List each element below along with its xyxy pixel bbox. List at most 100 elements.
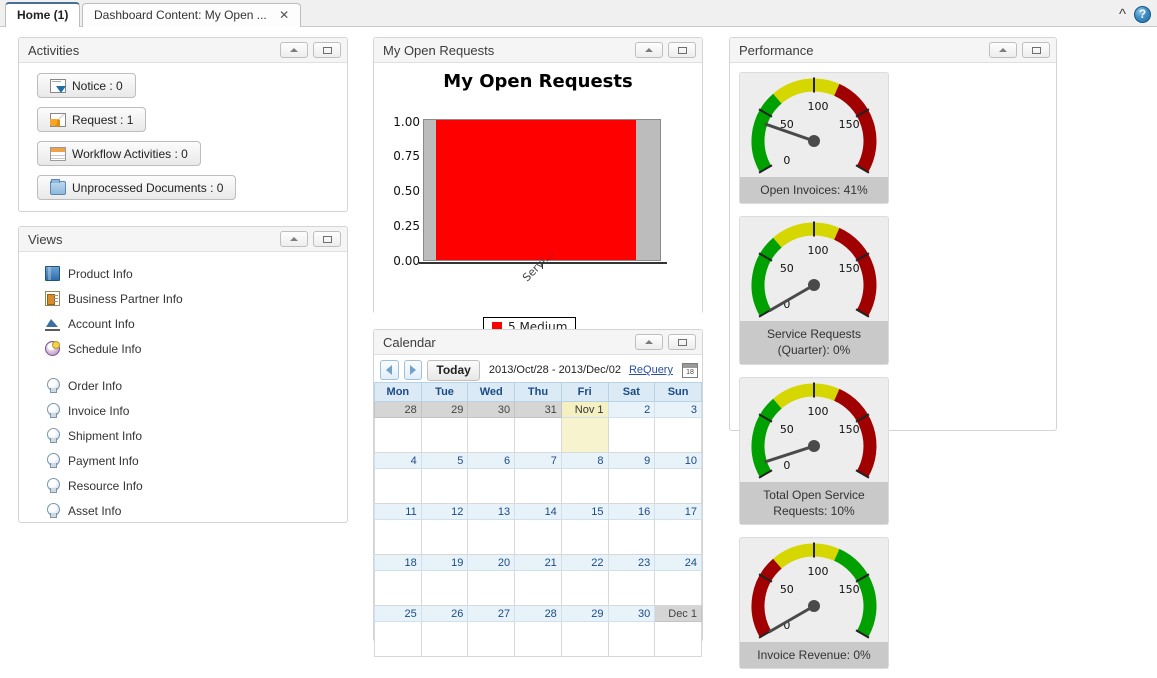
- calendar-day-number[interactable]: 13: [468, 504, 515, 520]
- calendar-day-number[interactable]: 27: [468, 606, 515, 622]
- calendar-day-cell[interactable]: [655, 469, 702, 504]
- calendar-day-number[interactable]: 29: [421, 402, 468, 418]
- view-item-order-info[interactable]: Order Info: [45, 373, 347, 398]
- calendar-day-cell[interactable]: [608, 520, 655, 555]
- maximize-button[interactable]: [313, 42, 341, 58]
- calendar-day-number[interactable]: 11: [375, 504, 422, 520]
- tab-home[interactable]: Home (1): [5, 2, 80, 27]
- calendar-day-number[interactable]: 30: [468, 402, 515, 418]
- maximize-button[interactable]: [668, 334, 696, 350]
- calendar-day-number[interactable]: 3: [655, 402, 702, 418]
- calendar-day-number[interactable]: 23: [608, 555, 655, 571]
- calendar-day-number[interactable]: 4: [375, 453, 422, 469]
- maximize-button[interactable]: [668, 42, 696, 58]
- activity-button-notice[interactable]: Notice : 0: [37, 73, 136, 98]
- calendar-day-cell[interactable]: [608, 418, 655, 453]
- calendar-day-cell[interactable]: [608, 571, 655, 606]
- calendar-day-cell[interactable]: [608, 469, 655, 504]
- calendar-day-number[interactable]: 26: [421, 606, 468, 622]
- maximize-button[interactable]: [313, 231, 341, 247]
- calendar-day-number[interactable]: 8: [561, 453, 608, 469]
- calendar-day-cell[interactable]: [561, 469, 608, 504]
- calendar-day-cell[interactable]: [655, 571, 702, 606]
- calendar-day-cell[interactable]: [421, 520, 468, 555]
- calendar-day-cell[interactable]: [655, 418, 702, 453]
- collapse-button[interactable]: [280, 42, 308, 58]
- calendar-day-number[interactable]: 22: [561, 555, 608, 571]
- collapse-button[interactable]: [989, 42, 1017, 58]
- calendar-day-cell[interactable]: [515, 418, 562, 453]
- view-item-business-partner-info[interactable]: Business Partner Info: [45, 286, 347, 311]
- calendar-day-number[interactable]: 5: [421, 453, 468, 469]
- calendar-day-number[interactable]: 21: [515, 555, 562, 571]
- calendar-day-cell[interactable]: [468, 418, 515, 453]
- calendar-icon[interactable]: 18: [682, 363, 698, 378]
- calendar-day-number[interactable]: 10: [655, 453, 702, 469]
- gauge-card-1[interactable]: 050100150Service Requests (Quarter): 0%: [739, 216, 889, 364]
- tab-dashboard-content[interactable]: Dashboard Content: My Open ... ✕: [82, 3, 301, 27]
- calendar-day-cell[interactable]: [421, 622, 468, 657]
- gauge-card-2[interactable]: 050100150Total Open Service Requests: 10…: [739, 377, 889, 525]
- calendar-day-number[interactable]: 29: [561, 606, 608, 622]
- calendar-day-number[interactable]: 20: [468, 555, 515, 571]
- calendar-day-cell[interactable]: [515, 469, 562, 504]
- activity-button-request[interactable]: Request : 1: [37, 107, 146, 132]
- calendar-day-number[interactable]: 7: [515, 453, 562, 469]
- calendar-day-number[interactable]: 31: [515, 402, 562, 418]
- help-icon[interactable]: ?: [1134, 6, 1151, 23]
- calendar-day-number[interactable]: 18: [375, 555, 422, 571]
- prev-period-button[interactable]: [380, 360, 399, 380]
- calendar-day-cell[interactable]: [561, 418, 608, 453]
- calendar-day-number[interactable]: 6: [468, 453, 515, 469]
- gauge-card-0[interactable]: 050100150Open Invoices: 41%: [739, 72, 889, 204]
- collapse-button[interactable]: [635, 334, 663, 350]
- activity-button-workflow-activities[interactable]: Workflow Activities : 0: [37, 141, 201, 166]
- calendar-day-cell[interactable]: [421, 469, 468, 504]
- gauge-card-3[interactable]: 050100150Invoice Revenue: 0%: [739, 537, 889, 669]
- close-icon[interactable]: ✕: [279, 4, 289, 27]
- activity-button-unprocessed-documents[interactable]: Unprocessed Documents : 0: [37, 175, 236, 200]
- calendar-day-cell[interactable]: [468, 571, 515, 606]
- calendar-day-cell[interactable]: [561, 571, 608, 606]
- view-item-account-info[interactable]: Account Info: [45, 311, 347, 336]
- calendar-day-cell[interactable]: [468, 469, 515, 504]
- calendar-day-number[interactable]: Nov 1: [561, 402, 608, 418]
- calendar-day-cell[interactable]: [468, 622, 515, 657]
- maximize-button[interactable]: [1022, 42, 1050, 58]
- calendar-day-cell[interactable]: [375, 520, 422, 555]
- calendar-day-cell[interactable]: [375, 571, 422, 606]
- calendar-day-number[interactable]: 30: [608, 606, 655, 622]
- collapse-button[interactable]: [280, 231, 308, 247]
- calendar-day-cell[interactable]: [468, 520, 515, 555]
- calendar-day-cell[interactable]: [561, 622, 608, 657]
- calendar-day-cell[interactable]: [608, 622, 655, 657]
- calendar-day-number[interactable]: 25: [375, 606, 422, 622]
- calendar-day-cell[interactable]: [375, 418, 422, 453]
- view-item-payment-info[interactable]: Payment Info: [45, 448, 347, 473]
- view-item-shipment-info[interactable]: Shipment Info: [45, 423, 347, 448]
- calendar-day-number[interactable]: 14: [515, 504, 562, 520]
- calendar-day-cell[interactable]: [515, 571, 562, 606]
- calendar-day-cell[interactable]: [515, 622, 562, 657]
- calendar-day-number[interactable]: 24: [655, 555, 702, 571]
- next-period-button[interactable]: [404, 360, 423, 380]
- view-item-asset-info[interactable]: Asset Info: [45, 498, 347, 523]
- calendar-day-cell[interactable]: [561, 520, 608, 555]
- calendar-day-number[interactable]: 16: [608, 504, 655, 520]
- calendar-day-cell[interactable]: [375, 622, 422, 657]
- calendar-day-cell[interactable]: [375, 469, 422, 504]
- calendar-day-number[interactable]: 2: [608, 402, 655, 418]
- requery-link[interactable]: ReQuery: [629, 364, 673, 376]
- collapse-button[interactable]: [635, 42, 663, 58]
- view-item-resource-info[interactable]: Resource Info: [45, 473, 347, 498]
- calendar-day-number[interactable]: 12: [421, 504, 468, 520]
- calendar-day-number[interactable]: Dec 1: [655, 606, 702, 622]
- calendar-day-number[interactable]: 28: [515, 606, 562, 622]
- calendar-day-cell[interactable]: [655, 520, 702, 555]
- view-item-product-info[interactable]: Product Info: [45, 261, 347, 286]
- view-item-invoice-info[interactable]: Invoice Info: [45, 398, 347, 423]
- calendar-day-number[interactable]: 15: [561, 504, 608, 520]
- calendar-day-number[interactable]: 19: [421, 555, 468, 571]
- today-button[interactable]: Today: [427, 360, 479, 381]
- calendar-day-number[interactable]: 9: [608, 453, 655, 469]
